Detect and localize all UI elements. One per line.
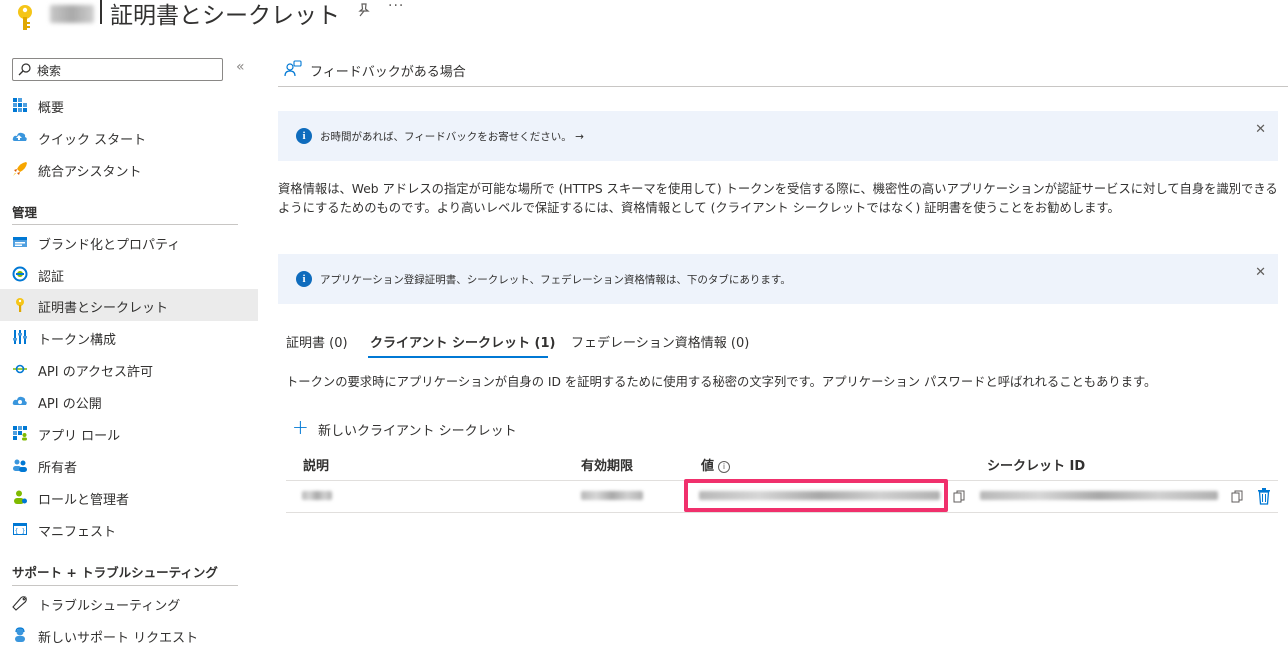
new-client-secret-label: 新しいクライアント シークレット [318, 424, 517, 439]
sidebar-item-label: トラブルシューティング [38, 599, 181, 614]
title-separator [100, 0, 102, 24]
wrench-icon [12, 596, 27, 611]
info-icon[interactable]: i [718, 461, 731, 473]
api-permissions-icon [13, 364, 27, 374]
secret-value-highlight [684, 479, 948, 512]
sidebar-item-label: API のアクセス許可 [38, 365, 154, 380]
sidebar-item-expose-api[interactable]: API の公開 [0, 385, 258, 417]
sidebar-item-authentication[interactable]: 認証 [0, 258, 258, 290]
column-header-expires: 有効期限 [581, 459, 634, 474]
section-divider [12, 224, 238, 225]
sidebar-item-overview[interactable]: 概要 [0, 89, 258, 121]
sidebar-item-label: トークン構成 [38, 333, 117, 348]
section-support: サポート + トラブルシューティング [12, 565, 218, 580]
sidebar-item-label: 証明書とシークレット [38, 301, 169, 316]
sidebar-item-token-configuration[interactable]: トークン構成 [0, 321, 258, 353]
sidebar-item-app-roles[interactable]: アプリ ロール [0, 417, 258, 449]
info-icon: i [296, 128, 312, 144]
tab-client-secrets[interactable]: クライアント シークレット (1) [370, 332, 555, 351]
tab-certificates[interactable]: 証明書 (0) [286, 332, 348, 351]
svg-text:{ }: { } [15, 528, 26, 535]
sidebar-item-new-support-request[interactable]: 新しいサポート リクエスト [0, 619, 258, 650]
feedback-banner: i お時間があれば、フィードバックをお寄せください。 → ✕ [278, 111, 1278, 161]
owners-icon [13, 459, 27, 472]
section-manage: 管理 [12, 205, 38, 220]
tabs-info-banner: i アプリケーション登録証明書、シークレット、フェデレーション資格情報は、下のタ… [278, 254, 1278, 304]
sidebar-item-label: ブランド化とプロパティ [38, 238, 181, 253]
credentials-description: 資格情報は、Web アドレスの指定が可能な場所で (HTTPS スキーマを使用し… [278, 182, 1278, 215]
key-icon [16, 298, 24, 312]
page-title: 証明書とシークレット [110, 3, 340, 29]
support-person-icon [15, 627, 25, 642]
blade-header: 証明書とシークレット ··· [0, 0, 1288, 30]
authentication-icon [12, 266, 28, 282]
sidebar-item-manifest[interactable]: { } マニフェスト [0, 513, 258, 545]
secret-id-redacted [980, 491, 1218, 500]
tabs-info-banner-text: アプリケーション登録証明書、シークレット、フェデレーション資格情報は、下のタブに… [320, 274, 791, 286]
search-icon [18, 63, 31, 76]
sidebar-item-certificates-secrets[interactable]: 証明書とシークレット [0, 289, 258, 321]
sidebar-item-quickstart[interactable]: クイック スタート [0, 121, 258, 153]
sidebar-item-owners[interactable]: 所有者 [0, 449, 258, 481]
rocket-icon [13, 162, 27, 176]
more-options-button[interactable]: ··· [388, 0, 404, 14]
sidebar-item-integration-assistant[interactable]: 統合アシスタント [0, 153, 258, 185]
sidebar-item-troubleshooting[interactable]: トラブルシューティング [0, 587, 258, 619]
app-roles-icon [13, 426, 27, 441]
search-input[interactable]: 検索 [12, 58, 223, 81]
table-row-divider [286, 512, 1278, 513]
search-placeholder: 検索 [37, 64, 62, 78]
sidebar-item-label: クイック スタート [38, 133, 147, 148]
column-header-description: 説明 [303, 459, 330, 474]
key-icon [18, 5, 32, 30]
expose-api-icon [12, 396, 27, 405]
add-icon: + [292, 415, 309, 439]
sidebar-item-label: API の公開 [38, 397, 102, 412]
sidebar-item-label: ロールと管理者 [38, 493, 130, 508]
app-name-redacted [50, 5, 94, 23]
feedback-banner-text[interactable]: お時間があれば、フィードバックをお寄せください。 → [320, 129, 584, 144]
info-icon: i [296, 271, 312, 287]
token-config-icon [13, 330, 27, 344]
delete-icon[interactable] [1257, 488, 1271, 505]
client-secrets-description: トークンの要求時にアプリケーションが自身の ID を証明するために使用する秘密の… [286, 375, 1157, 389]
column-header-secret-id: シークレット ID [987, 459, 1086, 474]
branding-icon [13, 237, 27, 247]
sidebar-item-label: 概要 [38, 101, 65, 116]
collapse-sidebar-button[interactable]: « [236, 59, 245, 75]
feedback-person-icon [284, 60, 302, 77]
overview-icon [13, 98, 27, 112]
sidebar-item-api-permissions[interactable]: API のアクセス許可 [0, 353, 258, 385]
section-divider [12, 585, 238, 586]
sidebar-item-label: 統合アシスタント [38, 165, 142, 180]
feedback-label: フィードバックがある場合 [310, 65, 466, 80]
command-bar-divider [278, 86, 1288, 87]
active-tab-indicator [368, 356, 548, 358]
roles-admins-icon [14, 490, 27, 504]
sidebar-item-label: アプリ ロール [38, 429, 121, 444]
manifest-icon: { } [13, 523, 27, 535]
column-header-value: 値i [701, 455, 731, 474]
cloud-quickstart-icon [12, 132, 27, 141]
tab-federated-credentials[interactable]: フェデレーション資格情報 (0) [571, 332, 749, 351]
pin-icon[interactable] [356, 2, 372, 18]
sidebar-item-label: マニフェスト [38, 525, 117, 540]
sidebar-item-label: 認証 [38, 270, 65, 285]
copy-icon[interactable] [953, 490, 965, 503]
sidebar-item-label: 所有者 [38, 461, 78, 476]
copy-icon[interactable] [1231, 490, 1243, 503]
close-icon[interactable]: ✕ [1255, 265, 1266, 280]
close-icon[interactable]: ✕ [1255, 122, 1266, 137]
expires-redacted [581, 491, 643, 500]
sidebar-item-label: 新しいサポート リクエスト [38, 631, 199, 646]
sidebar: 検索 « 概要 クイック スタート 統合アシスタント 管理 ブランド化とプロパテ… [0, 56, 258, 650]
sidebar-item-roles-admins[interactable]: ロールと管理者 [0, 481, 258, 513]
sidebar-item-branding[interactable]: ブランド化とプロパティ [0, 226, 258, 258]
description-redacted [302, 491, 332, 500]
